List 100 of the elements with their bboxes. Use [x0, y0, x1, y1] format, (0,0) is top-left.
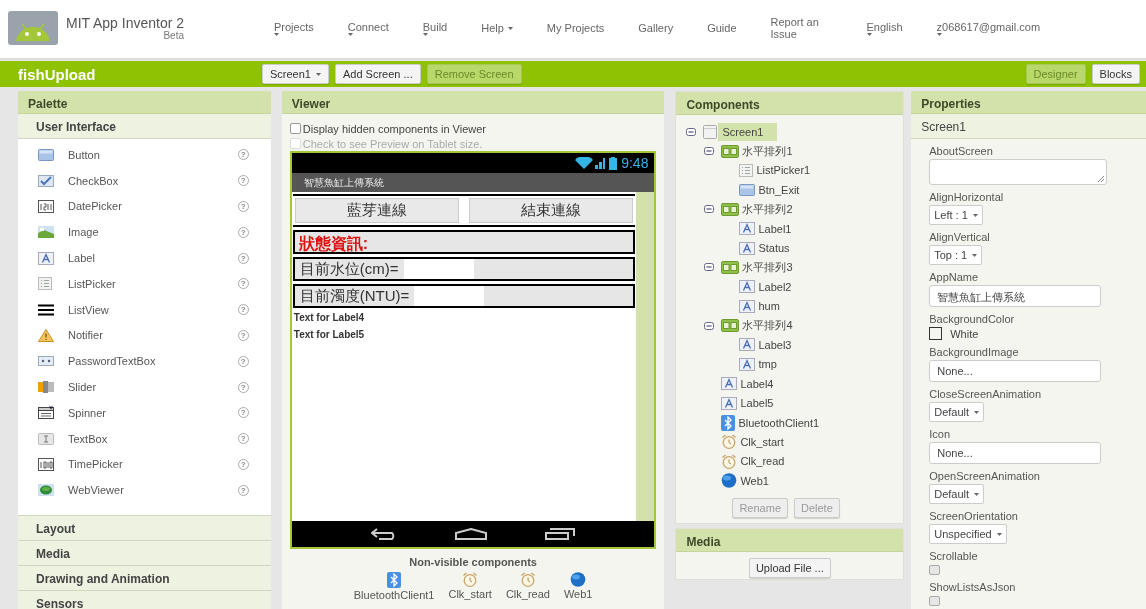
property-label: AlignVertical	[929, 231, 991, 243]
menu-item[interactable]: Connect	[337, 13, 399, 43]
palette-item[interactable]: PasswordTextBox	[68, 355, 238, 368]
reading-label: 目前濁度(NTU)=	[298, 286, 411, 306]
tree-item[interactable]: 水平排列2	[740, 199, 795, 219]
palette-item[interactable]: TextBox	[68, 432, 238, 445]
resize-handle-icon[interactable]	[1098, 176, 1105, 182]
palette-item[interactable]: ListView	[68, 303, 238, 316]
screen-dropdown[interactable]: Screen1	[262, 64, 329, 84]
label-icon	[721, 396, 738, 410]
phone-button[interactable]: 藍芽連線	[294, 198, 460, 223]
panel-header: Media	[676, 529, 904, 552]
tree-item[interactable]: hum	[756, 298, 782, 315]
tree-item[interactable]: Label2	[756, 278, 794, 295]
tree-item[interactable]: ListPicker1	[754, 162, 813, 179]
checkbox[interactable]	[929, 596, 941, 606]
value-label	[414, 286, 485, 306]
menu-item[interactable]: Help	[471, 13, 523, 43]
collapse-icon[interactable]	[704, 263, 715, 272]
project-name: fishUpload	[18, 65, 97, 83]
label-icon	[739, 222, 756, 236]
caret-icon	[972, 213, 978, 217]
menu-item[interactable]: My Projects	[536, 13, 615, 43]
calendar-icon	[38, 200, 54, 213]
tree-item[interactable]: 水平排列1	[740, 141, 795, 161]
palette-item[interactable]: Button	[68, 148, 238, 161]
tree-item[interactable]: Label4	[738, 375, 776, 392]
collapse-icon[interactable]	[704, 205, 715, 214]
menu-item[interactable]: Gallery	[628, 13, 684, 43]
password-icon	[38, 356, 54, 367]
property-dropdown[interactable]: Top : 1	[929, 245, 983, 265]
tree-item[interactable]: Btn_Exit	[756, 181, 802, 198]
checkbox-label: Check to see Preview on Tablet size.	[302, 137, 483, 150]
tree-item[interactable]: BluetoothClient1	[736, 414, 822, 431]
image-icon	[38, 226, 54, 239]
alarm-clock-icon	[462, 572, 479, 587]
tree-item[interactable]: Screen1	[718, 122, 778, 141]
text-field[interactable]: 智慧魚缸上傳系統	[929, 285, 1102, 307]
property-dropdown[interactable]: Default	[929, 402, 985, 422]
phone-button[interactable]: 結束連線	[469, 198, 634, 223]
upload-button[interactable]: Upload File ...	[748, 558, 831, 578]
component-name[interactable]: Web1	[563, 588, 593, 600]
palette-item[interactable]: WebViewer	[68, 484, 238, 497]
app-subtitle: Beta	[163, 30, 185, 41]
menu-item[interactable]: Guide	[697, 13, 747, 43]
textbox-icon	[38, 432, 54, 445]
collapse-icon[interactable]	[686, 127, 697, 136]
arrangement-icon	[721, 144, 740, 158]
collapse-icon[interactable]	[704, 147, 715, 156]
property-dropdown[interactable]: Unspecified	[929, 524, 1007, 544]
menu-item[interactable]: English	[856, 13, 913, 43]
property-label: BackgroundColor	[929, 313, 1016, 325]
caret-icon	[422, 32, 428, 36]
button-icon	[739, 183, 756, 196]
tree-item[interactable]: Label1	[756, 220, 794, 237]
back-icon	[370, 528, 397, 540]
palette-item[interactable]: Slider	[68, 381, 238, 394]
label-icon	[739, 280, 756, 294]
tree-item[interactable]: 水平排列4	[740, 316, 795, 336]
palette-item[interactable]: Spinner	[68, 406, 238, 419]
tree-item[interactable]: Web1	[738, 472, 771, 489]
view-toggle-button[interactable]: Blocks	[1091, 64, 1140, 84]
menu-item[interactable]: Projects	[264, 13, 324, 43]
collapse-icon[interactable]	[704, 321, 715, 330]
tree-item[interactable]: Clk_start	[738, 433, 786, 450]
component-name[interactable]: Clk_read	[505, 588, 550, 600]
palette-item[interactable]: DatePicker	[68, 200, 238, 213]
palette-item[interactable]: Image	[68, 226, 238, 239]
property-dropdown[interactable]: Default	[929, 484, 985, 504]
palette-item[interactable]: TimePicker	[68, 458, 238, 471]
menu-item[interactable]: z068617@gmail.com	[926, 13, 1051, 43]
palette-item[interactable]: Notifier	[68, 329, 238, 342]
asset-picker[interactable]: None...	[929, 360, 1102, 382]
tree-item[interactable]: Label3	[756, 337, 794, 353]
component-name[interactable]: Clk_start	[448, 588, 492, 600]
globe-icon	[721, 473, 738, 489]
globe-icon	[570, 572, 587, 587]
component-name[interactable]: BluetoothClient1	[353, 589, 435, 601]
checkbox-icon	[38, 174, 54, 187]
tree-item[interactable]: tmp	[756, 356, 779, 373]
tree-item[interactable]: 水平排列3	[740, 257, 795, 277]
palette-item[interactable]: CheckBox	[68, 174, 238, 187]
checkbox[interactable]	[929, 565, 941, 575]
property-label: AboutScreen	[929, 145, 994, 157]
palette-item[interactable]: ListPicker	[68, 277, 238, 290]
property-dropdown[interactable]: Left : 1	[929, 205, 983, 225]
checkbox[interactable]	[289, 123, 301, 134]
screen-action-button[interactable]: Add Screen ...	[335, 64, 421, 84]
tree-item[interactable]: Status	[756, 240, 792, 257]
menu-item[interactable]: Report an Issue	[760, 13, 843, 43]
tree-item[interactable]: Label5	[738, 395, 776, 412]
asset-picker[interactable]: None...	[929, 442, 1102, 464]
menu-item[interactable]: Build	[412, 13, 458, 43]
logo-icon	[8, 11, 58, 45]
color-swatch[interactable]	[929, 327, 943, 340]
app-title: 智慧魚缸上傳系統	[303, 175, 384, 190]
tree-item[interactable]: Clk_read	[738, 453, 787, 470]
text-label: Text for Label5	[292, 328, 366, 342]
palette-item[interactable]: Label	[68, 252, 238, 265]
caret-icon	[974, 410, 980, 414]
